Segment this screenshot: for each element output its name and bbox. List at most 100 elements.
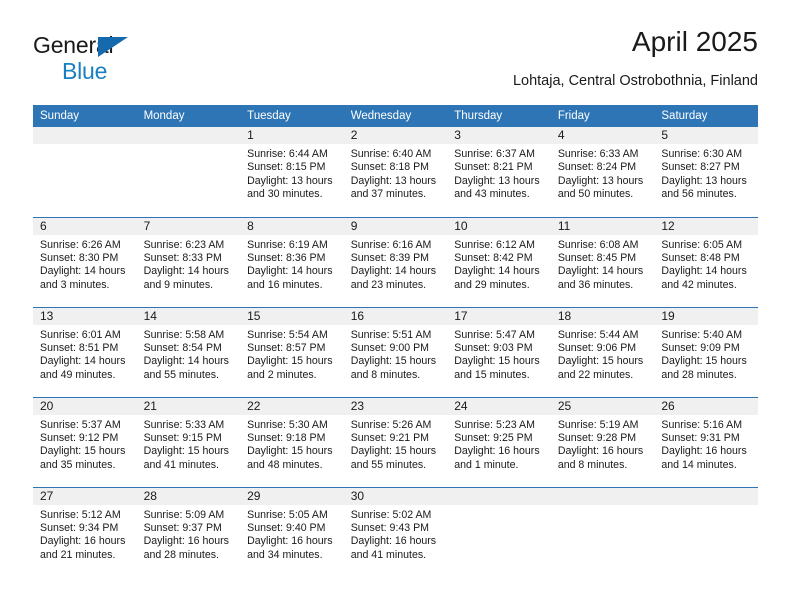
daylight-text: Daylight: 14 hours bbox=[247, 265, 333, 278]
calendar-day-cell[interactable]: 22 Sunrise: 5:30 AM Sunset: 9:18 PM Dayligh… bbox=[240, 396, 344, 487]
day-sun-info: Sunrise: 5:23 AM Sunset: 9:25 PM Daylight:… bbox=[447, 415, 551, 473]
calendar-day-cell[interactable]: 30 Sunrise: 5:02 AM Sunset: 9:43 PM Dayligh… bbox=[343, 486, 448, 577]
sunrise-text: Sunrise: 6:16 AM bbox=[350, 238, 432, 251]
calendar-day-cell[interactable]: 27 Sunrise: 5:12 AM Sunset: 9:34 PM Dayligh… bbox=[33, 486, 137, 577]
daylight-text: and 2 minutes. bbox=[247, 368, 317, 381]
day-sun-info: Sunrise: 5:19 AM Sunset: 9:28 PM Daylight:… bbox=[551, 415, 655, 473]
day-number: 8 bbox=[240, 217, 344, 235]
sunset-text: Sunset: 9:03 PM bbox=[454, 341, 533, 354]
day-number: 10 bbox=[447, 217, 551, 235]
sunrise-text: Sunrise: 6:23 AM bbox=[143, 238, 225, 251]
sunset-text: Sunset: 9:34 PM bbox=[40, 521, 119, 534]
calendar-day-cell[interactable]: 29 Sunrise: 5:05 AM Sunset: 9:40 PM Dayligh… bbox=[240, 486, 344, 577]
weekday-header-thursday: Thursday bbox=[447, 105, 551, 127]
calendar-day-cell[interactable]: 1 Sunrise: 6:44 AM Sunset: 8:15 PM Daylight… bbox=[240, 127, 344, 217]
day-sun-info: Sunrise: 5:47 AM Sunset: 9:03 PM Daylight:… bbox=[447, 325, 551, 383]
daylight-text: and 55 minutes. bbox=[143, 368, 219, 381]
sunset-text: Sunset: 8:18 PM bbox=[350, 161, 430, 174]
weekday-header-tuesday: Tuesday bbox=[240, 105, 344, 127]
calendar-day-cell[interactable]: 21 Sunrise: 5:33 AM Sunset: 9:15 PM Dayligh… bbox=[136, 396, 241, 487]
calendar-day-cell[interactable]: 20 Sunrise: 5:37 AM Sunset: 9:12 PM Dayligh… bbox=[33, 396, 137, 487]
day-sun-info: Sunrise: 5:16 AM Sunset: 9:31 PM Daylight:… bbox=[654, 415, 758, 473]
day-sun-info: Sunrise: 5:51 AM Sunset: 9:00 PM Daylight:… bbox=[344, 325, 448, 383]
sunset-text: Sunset: 8:21 PM bbox=[454, 161, 533, 174]
daylight-text: Daylight: 15 hours bbox=[247, 445, 333, 458]
sunrise-text: Sunrise: 5:51 AM bbox=[350, 328, 432, 341]
calendar-page: General Blue April 2025 Lohtaja, Central… bbox=[0, 0, 792, 612]
sunrise-text: Sunrise: 6:19 AM bbox=[247, 238, 328, 251]
daylight-text: and 55 minutes. bbox=[350, 458, 427, 471]
calendar-day-cell[interactable]: 15 Sunrise: 5:54 AM Sunset: 8:57 PM Dayligh… bbox=[240, 306, 344, 397]
day-sun-info: Sunrise: 6:23 AM Sunset: 8:33 PM Daylight:… bbox=[137, 235, 241, 293]
daylight-text: Daylight: 16 hours bbox=[143, 535, 229, 548]
day-sun-info: Sunrise: 5:40 AM Sunset: 9:09 PM Daylight:… bbox=[654, 325, 758, 383]
day-sun-info: Sunrise: 5:33 AM Sunset: 9:15 PM Daylight:… bbox=[137, 415, 241, 473]
calendar-day-cell[interactable]: 14 Sunrise: 5:58 AM Sunset: 8:54 PM Dayligh… bbox=[136, 306, 241, 397]
calendar-day-cell[interactable]: 5 Sunrise: 6:30 AM Sunset: 8:27 PM Daylight… bbox=[654, 127, 758, 217]
calendar-day-cell[interactable]: 8 Sunrise: 6:19 AM Sunset: 8:36 PM Daylight… bbox=[240, 216, 344, 307]
day-number: 16 bbox=[343, 307, 448, 325]
calendar-day-cell[interactable]: 6 Sunrise: 6:26 AM Sunset: 8:30 PM Daylight… bbox=[33, 216, 137, 307]
sunrise-text: Sunrise: 5:05 AM bbox=[247, 508, 328, 521]
day-number: 7 bbox=[136, 217, 241, 235]
sunrise-text: Sunrise: 6:05 AM bbox=[661, 238, 743, 251]
calendar-day-cell[interactable]: 12 Sunrise: 6:05 AM Sunset: 8:48 PM Dayligh… bbox=[654, 216, 758, 307]
sunset-text: Sunset: 8:15 PM bbox=[247, 161, 326, 174]
calendar-day-cell[interactable]: 2 Sunrise: 6:40 AM Sunset: 8:18 PM Daylight… bbox=[343, 127, 448, 217]
day-sun-info: Sunrise: 6:08 AM Sunset: 8:45 PM Daylight:… bbox=[551, 235, 655, 293]
calendar-day-cell[interactable]: 4 Sunrise: 6:33 AM Sunset: 8:24 PM Daylight… bbox=[550, 127, 655, 217]
sunset-text: Sunset: 8:30 PM bbox=[40, 251, 119, 264]
page-header: General Blue April 2025 Lohtaja, Central… bbox=[33, 26, 758, 98]
logo-text-blue: Blue bbox=[62, 58, 108, 84]
sunrise-text: Sunrise: 5:58 AM bbox=[143, 328, 225, 341]
calendar-week-row: 1 Sunrise: 6:44 AM Sunset: 8:15 PM Daylight… bbox=[33, 127, 758, 217]
day-sun-info: Sunrise: 5:30 AM Sunset: 9:18 PM Daylight:… bbox=[240, 415, 344, 473]
daylight-text: and 30 minutes. bbox=[247, 188, 323, 201]
daylight-text: and 16 minutes. bbox=[247, 278, 323, 291]
calendar-day-cell[interactable]: 13 Sunrise: 6:01 AM Sunset: 8:51 PM Dayligh… bbox=[33, 306, 137, 397]
daylight-text: and 35 minutes. bbox=[40, 458, 116, 471]
daylight-text: and 41 minutes. bbox=[143, 458, 219, 471]
sunrise-text: Sunrise: 5:54 AM bbox=[247, 328, 328, 341]
daylight-text: and 43 minutes. bbox=[454, 188, 530, 201]
calendar-day-cell[interactable]: 7 Sunrise: 6:23 AM Sunset: 8:33 PM Daylight… bbox=[136, 216, 241, 307]
sunset-text: Sunset: 8:39 PM bbox=[350, 251, 430, 264]
calendar-day-cell[interactable]: 17 Sunrise: 5:47 AM Sunset: 9:03 PM Dayligh… bbox=[447, 306, 551, 397]
calendar-day-cell[interactable]: 16 Sunrise: 5:51 AM Sunset: 9:00 PM Dayligh… bbox=[343, 306, 448, 397]
sunrise-text: Sunrise: 6:12 AM bbox=[454, 238, 535, 251]
calendar-day-cell[interactable]: 25 Sunrise: 5:19 AM Sunset: 9:28 PM Dayligh… bbox=[550, 396, 655, 487]
day-number: 17 bbox=[447, 307, 551, 325]
calendar-day-cell[interactable]: 9 Sunrise: 6:16 AM Sunset: 8:39 PM Daylight… bbox=[343, 216, 448, 307]
day-number: 22 bbox=[240, 397, 344, 415]
sunrise-text: Sunrise: 5:47 AM bbox=[454, 328, 535, 341]
calendar-day-cell[interactable]: 18 Sunrise: 5:44 AM Sunset: 9:06 PM Dayligh… bbox=[550, 306, 655, 397]
daylight-text: Daylight: 15 hours bbox=[350, 445, 437, 458]
daylight-text: and 56 minutes. bbox=[661, 188, 737, 201]
day-number: 6 bbox=[33, 217, 137, 235]
daylight-text: and 48 minutes. bbox=[247, 458, 323, 471]
calendar-empty-cell bbox=[33, 127, 137, 217]
calendar-week-row: 20 Sunrise: 5:37 AM Sunset: 9:12 PM Dayligh… bbox=[33, 396, 758, 487]
day-number: 11 bbox=[550, 217, 655, 235]
calendar-day-cell[interactable]: 23 Sunrise: 5:26 AM Sunset: 9:21 PM Dayligh… bbox=[343, 396, 448, 487]
calendar-day-cell[interactable]: 3 Sunrise: 6:37 AM Sunset: 8:21 PM Daylight… bbox=[447, 127, 551, 217]
calendar-day-cell[interactable]: 10 Sunrise: 6:12 AM Sunset: 8:42 PM Dayligh… bbox=[447, 216, 551, 307]
calendar-day-cell[interactable]: 24 Sunrise: 5:23 AM Sunset: 9:25 PM Dayligh… bbox=[447, 396, 551, 487]
calendar-day-cell[interactable]: 28 Sunrise: 5:09 AM Sunset: 9:37 PM Dayligh… bbox=[136, 486, 241, 577]
day-number: 26 bbox=[654, 397, 758, 415]
daylight-text: Daylight: 15 hours bbox=[350, 355, 437, 368]
sunset-text: Sunset: 9:25 PM bbox=[454, 431, 533, 444]
day-number: 23 bbox=[343, 397, 448, 415]
sunrise-text: Sunrise: 5:33 AM bbox=[143, 418, 225, 431]
calendar-day-cell[interactable]: 11 Sunrise: 6:08 AM Sunset: 8:45 PM Dayligh… bbox=[550, 216, 655, 307]
daylight-text: Daylight: 13 hours bbox=[454, 174, 540, 187]
sunset-text: Sunset: 9:21 PM bbox=[350, 431, 430, 444]
calendar-day-cell[interactable]: 26 Sunrise: 5:16 AM Sunset: 9:31 PM Dayligh… bbox=[654, 396, 758, 487]
day-number: 19 bbox=[654, 307, 758, 325]
day-number: 5 bbox=[654, 127, 758, 144]
calendar-day-cell[interactable]: 19 Sunrise: 5:40 AM Sunset: 9:09 PM Dayligh… bbox=[654, 306, 758, 397]
day-sun-info: Sunrise: 5:37 AM Sunset: 9:12 PM Daylight:… bbox=[33, 415, 137, 473]
day-number: 24 bbox=[447, 397, 551, 415]
sunset-text: Sunset: 9:09 PM bbox=[661, 341, 740, 354]
day-number: 4 bbox=[550, 127, 655, 144]
